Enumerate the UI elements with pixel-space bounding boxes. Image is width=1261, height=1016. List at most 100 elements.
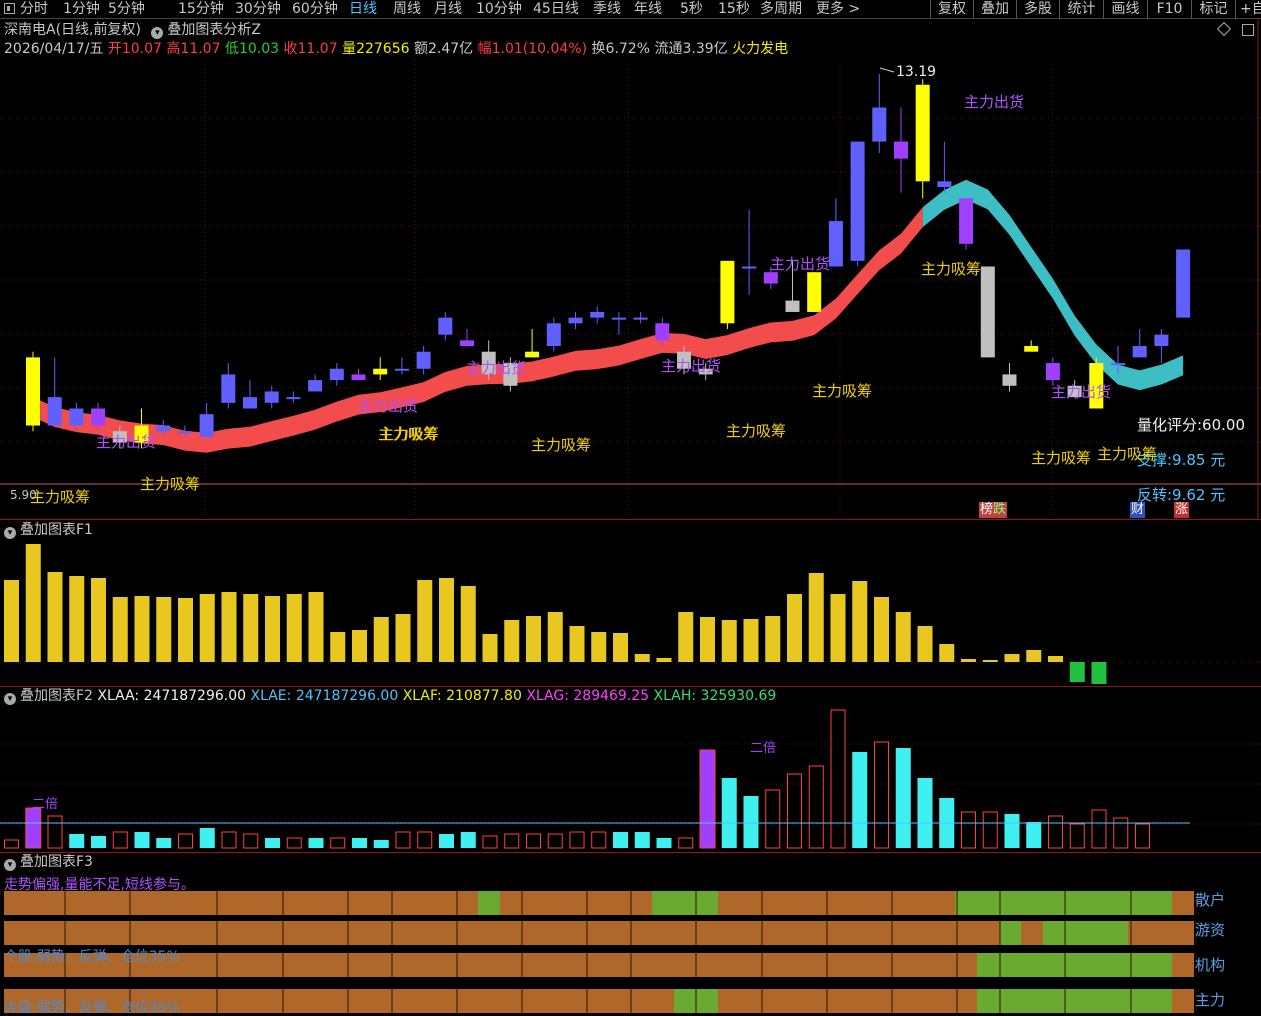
capital-bar — [221, 831, 237, 849]
candle-body — [156, 425, 171, 432]
capital-bar — [547, 833, 563, 849]
candlestick-chart[interactable] — [0, 0, 1261, 520]
volume-bar — [199, 594, 215, 662]
capital-bar — [373, 840, 389, 848]
cai-badge[interactable]: 财 — [1130, 502, 1146, 518]
volume-bar — [743, 619, 759, 662]
volume-bar — [1004, 654, 1020, 662]
high-mark-pointer — [879, 67, 895, 73]
volume-bar — [634, 654, 650, 662]
candle-body — [177, 431, 192, 434]
candle-body — [308, 380, 323, 392]
flow-band-green — [652, 891, 718, 915]
capital-bar — [417, 831, 433, 849]
volume-bar — [91, 578, 106, 662]
volume-bar — [961, 659, 976, 662]
volume-bar — [721, 620, 737, 662]
volume-bar — [25, 544, 41, 662]
capital-bar — [308, 838, 324, 848]
volume-bar — [547, 612, 563, 662]
trend-ribbon-red — [33, 207, 923, 453]
candle-body — [286, 397, 301, 400]
capital-bar — [808, 765, 824, 849]
capital-bar — [439, 834, 454, 848]
capital-bar — [634, 832, 650, 848]
capital-bar — [1048, 815, 1063, 849]
capital-bar — [134, 832, 150, 848]
candle-body — [460, 340, 474, 347]
capital-bar — [569, 831, 585, 849]
f3-capital-flow-bands — [0, 891, 1197, 1013]
candle-body — [611, 317, 626, 320]
capital-bar — [591, 831, 607, 849]
f1-volume-chart — [0, 544, 1261, 684]
capital-bar — [961, 811, 976, 849]
volume-bar — [308, 592, 324, 662]
signal-label: 主力出货 — [964, 93, 1025, 111]
candle-body — [720, 260, 735, 324]
candle-body — [26, 357, 40, 426]
flow-row-label: 游资 — [1195, 921, 1226, 939]
candle-body — [763, 272, 778, 284]
capital-bar — [743, 796, 759, 848]
flow-band-green — [955, 891, 1172, 915]
capital-bar — [526, 833, 541, 849]
candle-body — [633, 317, 648, 320]
candle-body — [91, 408, 106, 426]
double-marker-1: 二倍 — [32, 797, 59, 812]
volume-bar — [47, 572, 63, 662]
double-marker-2: 二倍 — [750, 741, 777, 756]
capital-bar — [199, 828, 215, 848]
die-badge-text: 跌 — [993, 502, 1007, 517]
volume-bar — [439, 578, 454, 662]
volume-bar — [808, 573, 824, 662]
signal-label: 主力吸筹 — [1097, 445, 1158, 463]
volume-bar — [1026, 650, 1042, 662]
signal-label: 主力出货 — [358, 397, 419, 415]
volume-bar — [417, 580, 433, 662]
signal-label: 主力出货 — [1051, 383, 1112, 401]
zhang-badge[interactable]: 涨 — [1174, 502, 1190, 518]
volume-bar — [787, 594, 802, 662]
signal-label: 主力吸筹 — [726, 422, 787, 440]
volume-bar — [982, 660, 998, 662]
volume-bar — [917, 626, 933, 662]
candle-body — [1045, 363, 1060, 381]
capital-bar — [917, 778, 933, 848]
candle-body — [525, 351, 540, 358]
candle-body — [546, 323, 561, 347]
volume-bar — [482, 634, 498, 662]
bang-badge[interactable]: 榜跌 — [979, 502, 1008, 518]
candle-body — [785, 300, 800, 312]
candle-body — [807, 272, 822, 312]
volume-bar — [874, 597, 889, 662]
candle-body — [1002, 374, 1017, 386]
flow-band-green — [977, 989, 1172, 1013]
candle-body — [1024, 346, 1039, 352]
f2-capital-chart — [0, 709, 1261, 849]
bang-badge-text: 榜 — [980, 502, 994, 517]
signal-label: 主力吸筹 — [30, 488, 91, 506]
signal-label: 主力吸筹 — [378, 425, 439, 443]
candle-body — [416, 351, 431, 369]
signal-label: 主力出货 — [661, 357, 722, 375]
capital-bar — [286, 837, 302, 849]
signal-label: 主力出货 — [96, 433, 157, 451]
volume-bar — [830, 594, 846, 662]
capital-bar — [613, 832, 628, 848]
candle-body — [872, 107, 887, 142]
capital-bar — [1026, 822, 1042, 848]
volume-bar — [569, 626, 585, 662]
candle-body — [329, 368, 344, 381]
flow-band-green — [478, 891, 500, 915]
volume-bar — [221, 592, 237, 662]
capital-bar — [852, 752, 868, 848]
candle-body — [221, 374, 236, 403]
capital-bar — [265, 838, 280, 848]
volume-bar — [895, 612, 911, 662]
signal-label: 主力吸筹 — [921, 260, 982, 278]
reversal-price: 反转:9.62 元 — [1137, 486, 1226, 504]
capital-bar — [504, 833, 520, 849]
volume-bar — [112, 597, 128, 662]
volume-bar — [613, 633, 628, 662]
